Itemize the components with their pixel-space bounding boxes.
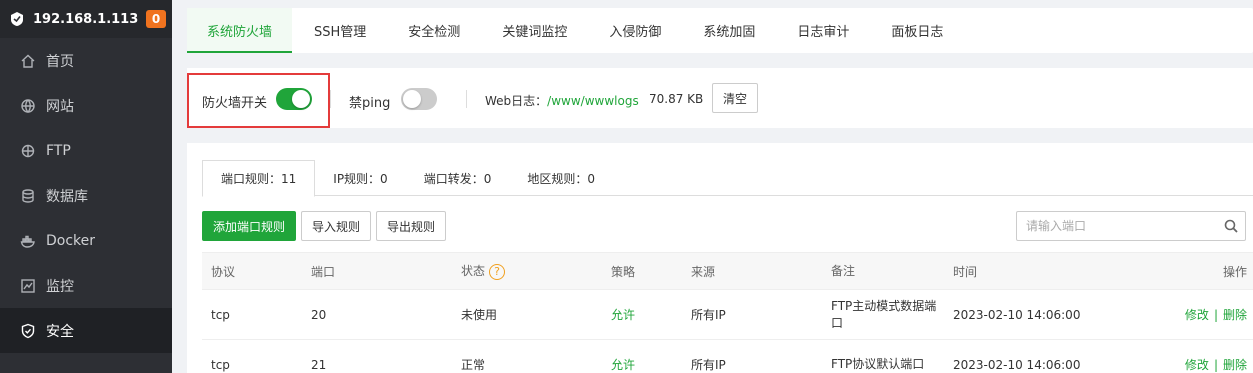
tab-intrusion-prevention[interactable]: 入侵防御 — [589, 8, 681, 53]
add-port-rule-button[interactable]: 添加端口规则 — [202, 211, 297, 241]
cell-status: 未使用 — [461, 308, 498, 322]
cell-time: 2023-02-10 14:06:00 — [953, 357, 1081, 372]
sidebar-item-ftp[interactable]: FTP — [0, 128, 172, 173]
tab-region-rules[interactable]: 地区规则：0 — [509, 160, 613, 196]
rules-panel: 端口规则：11 IP规则：0 端口转发：0 地区规则：0 添加端口规则 导入规则… — [187, 143, 1253, 373]
sidebar-item-home[interactable]: 首页 — [0, 38, 172, 83]
sidebar-item-label: 网站 — [46, 98, 74, 115]
divider — [466, 90, 467, 108]
sidebar: 192.168.1.113 0 首页 网站 FTP 数据库 Docker 监控 … — [0, 0, 172, 373]
cell-protocol: tcp — [211, 357, 230, 372]
import-rules-button[interactable]: 导入规则 — [301, 211, 372, 241]
cell-port: 20 — [311, 307, 327, 322]
tab-panel-logs[interactable]: 面板日志 — [871, 8, 963, 53]
firewall-switch-label: 防火墙开关 — [202, 96, 268, 111]
col-source: 来源 — [691, 264, 716, 279]
col-time: 时间 — [953, 264, 978, 279]
globe-icon — [20, 98, 36, 114]
tab-ssh[interactable]: SSH管理 — [294, 8, 386, 53]
tab-port-rules[interactable]: 端口规则：11 — [202, 160, 316, 197]
server-header: 192.168.1.113 0 — [0, 0, 172, 38]
firewall-switch-bar: 防火墙开关 禁ping Web日志：/www/wwwlogs 70.87 KB … — [187, 68, 1253, 128]
col-protocol: 协议 — [211, 264, 236, 279]
divider — [330, 90, 331, 108]
tab-port-forward[interactable]: 端口转发：0 — [406, 160, 510, 196]
search-icon[interactable] — [1217, 219, 1245, 233]
sidebar-item-label: FTP — [46, 142, 71, 159]
sidebar-item-monitor[interactable]: 监控 — [0, 263, 172, 308]
export-rules-button[interactable]: 导出规则 — [376, 211, 447, 241]
sidebar-item-label: 数据库 — [46, 188, 88, 205]
firewall-toggle[interactable] — [276, 88, 312, 110]
rule-tabs: 端口规则：11 IP规则：0 端口转发：0 地区规则：0 — [202, 160, 1253, 197]
cell-actions: 修改 | 删除 — [1114, 356, 1253, 373]
table-row: tcp 20 未使用 允许 所有IP FTP主动模式数据端口 2023-02-1… — [202, 290, 1253, 340]
cell-source: 所有IP — [691, 358, 726, 372]
sidebar-item-label: 首页 — [46, 53, 74, 70]
tab-system-firewall[interactable]: 系统防火墙 — [187, 8, 293, 53]
col-port: 端口 — [311, 264, 336, 279]
tab-system-hardening[interactable]: 系统加固 — [683, 8, 775, 53]
separator: | — [1213, 308, 1218, 322]
port-search — [1016, 211, 1246, 241]
sidebar-item-security[interactable]: 安全 — [0, 308, 172, 353]
search-input[interactable] — [1017, 212, 1217, 240]
cell-note: FTP主动模式数据端口 — [831, 298, 937, 330]
delete-link[interactable]: 删除 — [1223, 358, 1247, 372]
delete-link[interactable]: 删除 — [1223, 308, 1247, 322]
action-buttons: 添加端口规则 导入规则 导出规则 — [202, 211, 447, 241]
edit-link[interactable]: 修改 — [1185, 358, 1209, 372]
cell-port: 21 — [311, 357, 327, 372]
separator: | — [1213, 358, 1218, 372]
table-header: 协议 端口 状态? 策略 来源 备注 时间 操作 — [202, 252, 1253, 290]
help-icon[interactable]: ? — [489, 263, 506, 280]
tab-security-check[interactable]: 安全检测 — [388, 8, 480, 53]
sidebar-item-website[interactable]: 网站 — [0, 83, 172, 128]
toggle-knob — [403, 90, 421, 108]
sidebar-item-label: 安全 — [46, 323, 74, 340]
docker-icon — [20, 233, 36, 249]
bt-logo-icon — [8, 10, 26, 28]
col-status-label: 状态 — [461, 264, 486, 279]
col-note: 备注 — [831, 263, 856, 278]
table-row: tcp 21 正常 允许 所有IP FTP协议默认端口 2023-02-10 1… — [202, 340, 1253, 373]
edit-link[interactable]: 修改 — [1185, 308, 1209, 322]
clear-log-button[interactable]: 清空 — [712, 83, 758, 113]
ping-toggle[interactable] — [401, 88, 437, 110]
server-ip: 192.168.1.113 — [33, 11, 139, 27]
ftp-icon — [20, 143, 36, 159]
notification-badge[interactable]: 0 — [146, 10, 166, 28]
col-actions: 操作 — [1222, 264, 1247, 279]
cell-time: 2023-02-10 14:06:00 — [953, 307, 1081, 322]
sidebar-item-label: 监控 — [46, 278, 74, 295]
port-rules-table: 协议 端口 状态? 策略 来源 备注 时间 操作 tcp 20 未使用 允许 所… — [202, 252, 1253, 373]
sidebar-item-docker[interactable]: Docker — [0, 218, 172, 263]
cell-status: 正常 — [461, 358, 486, 372]
col-status: 状态? — [452, 262, 602, 280]
toggle-knob — [292, 90, 310, 108]
tab-log-audit[interactable]: 日志审计 — [777, 8, 869, 53]
monitor-icon — [20, 278, 36, 294]
web-log-path[interactable]: /www/wwwlogs — [547, 94, 639, 108]
ping-switch-label: 禁ping — [349, 96, 391, 111]
sidebar-item-label: Docker — [46, 232, 96, 249]
security-tabs: 系统防火墙 SSH管理 安全检测 关键词监控 入侵防御 系统加固 日志审计 面板… — [187, 8, 1253, 53]
database-icon — [20, 188, 36, 204]
tab-ip-rules[interactable]: IP规则：0 — [315, 160, 405, 196]
cell-protocol: tcp — [211, 307, 230, 322]
shield-icon — [20, 323, 36, 339]
web-log-label: Web日志： — [485, 94, 548, 108]
cell-note: FTP协议默认端口 — [831, 357, 925, 371]
web-log-size: 70.87 KB — [649, 92, 704, 106]
tab-keyword-monitor[interactable]: 关键词监控 — [482, 8, 587, 53]
cell-source: 所有IP — [691, 308, 726, 322]
sidebar-item-database[interactable]: 数据库 — [0, 173, 172, 218]
col-policy: 策略 — [611, 264, 636, 279]
web-log-info: Web日志：/www/wwwlogs — [485, 92, 639, 109]
home-icon — [20, 53, 36, 69]
cell-policy[interactable]: 允许 — [602, 356, 682, 373]
cell-policy[interactable]: 允许 — [602, 306, 682, 323]
cell-actions: 修改 | 删除 — [1114, 306, 1253, 323]
